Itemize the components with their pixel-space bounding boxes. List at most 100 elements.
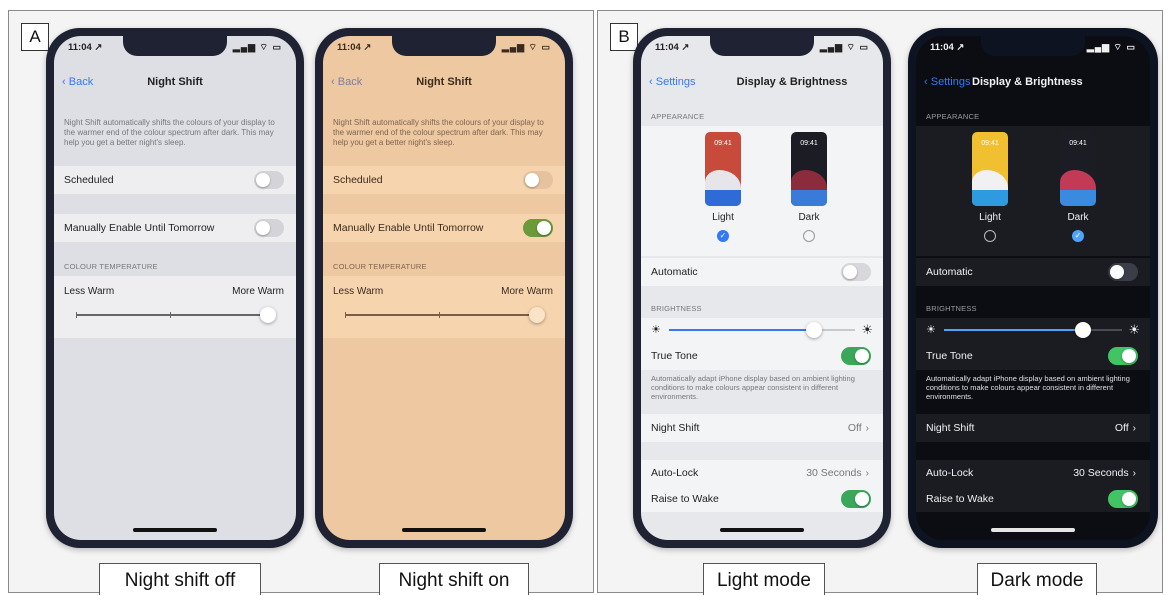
true-tone-label: True Tone (926, 350, 973, 362)
home-indicator (133, 528, 217, 532)
brightness-group: ☀ ☀ (916, 318, 1150, 342)
scheduled-toggle[interactable] (254, 171, 284, 189)
true-tone-label: True Tone (651, 350, 698, 362)
manual-enable-row[interactable]: Manually Enable Until Tomorrow (323, 214, 565, 242)
manual-enable-toggle[interactable] (523, 219, 553, 237)
light-radio-checked[interactable]: ✓ (717, 230, 729, 242)
back-button[interactable]: ‹ Settings (649, 76, 695, 88)
appearance-group: 09:41 09:41 Light Dark ✓ (916, 126, 1150, 256)
dark-mode-thumbnail[interactable]: 09:41 (1060, 132, 1096, 206)
phone-night-shift-off: 11:04 ↗ ▂▄▆ ⌔ ▭ ‹ Back Night Shift Night… (46, 28, 304, 548)
night-shift-row[interactable]: Night Shift Off › (916, 414, 1150, 442)
status-icons: ▂▄▆ ⌔ ▭ (1086, 42, 1136, 52)
scheduled-toggle[interactable] (523, 171, 553, 189)
slider-tick (439, 312, 440, 318)
phone-notch (392, 36, 496, 56)
true-tone-description: Automatically adapt iPhone display based… (651, 374, 855, 401)
true-tone-description: Automatically adapt iPhone display based… (926, 374, 1130, 401)
auto-lock-row[interactable]: Auto-Lock 30 Seconds › (916, 460, 1150, 486)
temperature-slider-track[interactable] (76, 314, 270, 316)
automatic-label: Automatic (926, 266, 973, 278)
brightness-slider-fill (944, 329, 1083, 331)
status-time: 11:04 ↗ (655, 42, 690, 53)
raise-to-wake-toggle[interactable] (1108, 490, 1138, 508)
phone-light-mode: 11:04 ↗ ▂▄▆ ⌔ ▭ ‹ Settings Display & Bri… (633, 28, 891, 548)
slider-tick (345, 312, 346, 318)
manual-enable-toggle[interactable] (254, 219, 284, 237)
brightness-slider-knob[interactable] (806, 322, 823, 338)
page-title: Night Shift (147, 76, 203, 88)
status-time: 11:04 ↗ (930, 42, 965, 53)
nav-bar: ‹ Back Night Shift (54, 72, 296, 94)
phone-notch (981, 36, 1085, 56)
raise-to-wake-label: Raise to Wake (651, 493, 719, 505)
colour-temperature-group: Less Warm More Warm (54, 276, 296, 338)
phone-screen: 11:04 ↗ ▂▄▆ ⌔ ▭ ‹ Back Night Shift Night… (323, 36, 565, 540)
true-tone-toggle[interactable] (841, 347, 871, 365)
automatic-toggle[interactable] (841, 263, 871, 281)
raise-to-wake-row[interactable]: Raise to Wake (641, 486, 883, 512)
status-time: 11:04 ↗ (68, 42, 103, 53)
dark-label: Dark (798, 212, 820, 223)
scheduled-row[interactable]: Scheduled (323, 166, 565, 194)
dark-mode-thumbnail[interactable]: 09:41 (791, 132, 827, 206)
auto-lock-label: Auto-Lock (926, 467, 974, 479)
automatic-label: Automatic (651, 266, 698, 278)
light-mode-thumbnail[interactable]: 09:41 (972, 132, 1008, 206)
caption-light-mode: Light mode (703, 563, 825, 595)
phone-notch (710, 36, 814, 56)
chevron-right-icon: › (1132, 423, 1136, 434)
temperature-slider-track[interactable] (345, 314, 539, 316)
less-warm-label: Less Warm (333, 286, 384, 297)
night-shift-value: Off › (847, 422, 869, 434)
brightness-slider-knob[interactable] (1074, 322, 1091, 338)
appearance-header: APPEARANCE (651, 112, 705, 121)
automatic-row[interactable]: Automatic (916, 258, 1150, 286)
night-shift-value: Off › (1114, 422, 1136, 434)
dark-radio[interactable] (803, 230, 815, 242)
true-tone-row[interactable]: True Tone (641, 342, 883, 370)
brightness-slider-fill (669, 329, 815, 331)
night-shift-description: Night Shift automatically shifts the col… (333, 118, 544, 147)
status-icons: ▂▄▆ ⌔ ▭ (232, 42, 282, 52)
manual-enable-label: Manually Enable Until Tomorrow (64, 222, 215, 234)
night-shift-label: Night Shift (926, 422, 975, 434)
scheduled-row[interactable]: Scheduled (54, 166, 296, 194)
raise-to-wake-toggle[interactable] (841, 490, 871, 508)
sun-large-icon: ☀ (1128, 322, 1140, 337)
dark-radio-checked[interactable]: ✓ (1072, 230, 1084, 242)
sun-large-icon: ☀ (861, 322, 873, 337)
night-shift-row[interactable]: Night Shift Off › (641, 414, 883, 442)
auto-lock-value: 30 Seconds › (806, 467, 869, 479)
true-tone-toggle[interactable] (1108, 347, 1138, 365)
night-shift-description: Night Shift automatically shifts the col… (64, 118, 275, 147)
brightness-header: BRIGHTNESS (926, 304, 977, 313)
phone-night-shift-on: 11:04 ↗ ▂▄▆ ⌔ ▭ ‹ Back Night Shift Night… (315, 28, 573, 548)
automatic-row[interactable]: Automatic (641, 258, 883, 286)
chevron-right-icon: › (1132, 468, 1136, 479)
raise-to-wake-row[interactable]: Raise to Wake (916, 486, 1150, 512)
auto-lock-row[interactable]: Auto-Lock 30 Seconds › (641, 460, 883, 486)
temperature-slider-knob[interactable] (529, 307, 545, 323)
manual-enable-row[interactable]: Manually Enable Until Tomorrow (54, 214, 296, 242)
caption-night-shift-on: Night shift on (379, 563, 529, 595)
panel-letter-a: A (21, 23, 49, 51)
less-warm-label: Less Warm (64, 286, 115, 297)
temperature-slider-knob[interactable] (260, 307, 276, 323)
brightness-header: BRIGHTNESS (651, 304, 702, 313)
slider-tick (76, 312, 77, 318)
auto-lock-label: Auto-Lock (651, 467, 699, 479)
phone-screen: 11:04 ↗ ▂▄▆ ⌔ ▭ ‹ Settings Display & Bri… (641, 36, 883, 540)
more-warm-label: More Warm (501, 286, 553, 297)
auto-lock-value: 30 Seconds › (1073, 467, 1136, 479)
light-mode-thumbnail[interactable]: 09:41 (705, 132, 741, 206)
page-title: Display & Brightness (972, 76, 1083, 88)
back-button[interactable]: ‹ Settings (924, 76, 970, 88)
light-radio[interactable] (984, 230, 996, 242)
true-tone-row[interactable]: True Tone (916, 342, 1150, 370)
night-shift-label: Night Shift (651, 422, 700, 434)
more-warm-label: More Warm (232, 286, 284, 297)
home-indicator (402, 528, 486, 532)
automatic-toggle[interactable] (1108, 263, 1138, 281)
brightness-group: ☀ ☀ (641, 318, 883, 342)
